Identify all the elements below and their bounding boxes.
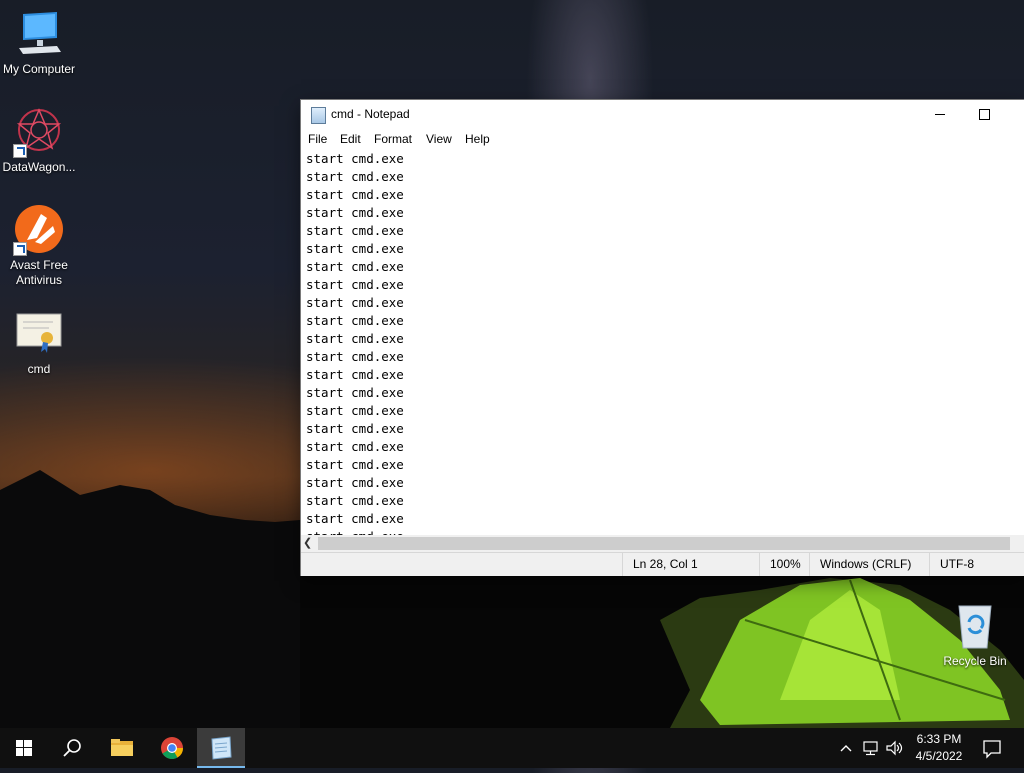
- text-line: start cmd.exe: [306, 223, 404, 238]
- clock[interactable]: 6:33 PM 4/5/2022: [906, 731, 972, 765]
- text-line: start cmd.exe: [306, 511, 404, 526]
- menu-edit[interactable]: Edit: [340, 132, 361, 146]
- status-bar: Ln 28, Col 1 100% Windows (CRLF) UTF-8: [301, 552, 1024, 576]
- volume-button[interactable]: [884, 738, 904, 758]
- text-line: start cmd.exe: [306, 475, 404, 490]
- network-button[interactable]: [861, 738, 881, 758]
- text-line: start cmd.exe: [306, 331, 404, 346]
- menu-file[interactable]: File: [308, 132, 327, 146]
- horizontal-scrollbar[interactable]: ❮: [301, 535, 1024, 552]
- notepad-taskbar-button[interactable]: [197, 728, 245, 768]
- text-line: start cmd.exe: [306, 493, 404, 508]
- computer-icon: [13, 8, 65, 60]
- tray-overflow-button[interactable]: [838, 738, 854, 758]
- menu-view[interactable]: View: [426, 132, 452, 146]
- notepad-app-icon: [311, 107, 326, 124]
- notification-icon: [983, 740, 1001, 759]
- clock-date: 4/5/2022: [915, 749, 963, 763]
- shortcut-arrow-icon: [13, 242, 27, 256]
- desktop-icon-label: DataWagon...: [2, 160, 76, 174]
- file-explorer-icon: [111, 739, 133, 756]
- search-icon: [63, 739, 81, 757]
- minimize-icon: [935, 114, 945, 115]
- desktop-icon-my-computer[interactable]: My Computer: [0, 8, 78, 77]
- file-explorer-button[interactable]: [98, 728, 146, 768]
- start-button[interactable]: [0, 728, 48, 768]
- text-line: start cmd.exe: [306, 439, 404, 454]
- text-line: start cmd.exe: [306, 187, 404, 202]
- action-center-button[interactable]: [980, 736, 1004, 760]
- text-line: start cmd.exe: [306, 313, 404, 328]
- search-button[interactable]: [48, 728, 96, 768]
- text-line: start cmd.exe: [306, 277, 404, 292]
- network-icon: [863, 741, 878, 756]
- avast-icon: [13, 204, 65, 256]
- status-encoding: UTF-8: [929, 553, 1024, 576]
- notepad-icon: [211, 736, 232, 760]
- maximize-button[interactable]: [961, 100, 1007, 129]
- text-line: start cmd.exe: [306, 421, 404, 436]
- desktop-icon-cmd[interactable]: cmd: [0, 308, 78, 377]
- datawagon-icon: [13, 106, 65, 158]
- desktop-icon-avast[interactable]: Avast Free Antivirus: [0, 204, 78, 288]
- text-line: start cmd.exe: [306, 367, 404, 382]
- scroll-left-icon[interactable]: ❮: [303, 537, 316, 550]
- text-line: start cmd.exe: [306, 241, 404, 256]
- speaker-icon: [886, 740, 903, 756]
- chrome-button[interactable]: [148, 728, 196, 768]
- windows-start-icon: [16, 740, 32, 756]
- desktop-icon-label: My Computer: [2, 62, 76, 76]
- text-viewport[interactable]: start cmd.exe start cmd.exe start cmd.exe s…: [301, 149, 1024, 535]
- status-line-ending: Windows (CRLF): [809, 553, 931, 576]
- text-line: start cmd.exe: [306, 385, 404, 400]
- certificate-file-icon: [13, 308, 65, 360]
- clock-time: 6:33 PM: [916, 732, 962, 746]
- desktop-icon-datawagon[interactable]: DataWagon...: [0, 106, 78, 175]
- text-line: start cmd.exe: [306, 295, 404, 310]
- desktop-icon-label: Recycle Bin: [943, 654, 1007, 668]
- menu-help[interactable]: Help: [465, 132, 490, 146]
- chevron-up-icon: [840, 745, 852, 752]
- status-cursor-position: Ln 28, Col 1: [622, 553, 762, 576]
- text-line: start cmd.exe: [306, 349, 404, 364]
- text-line: start cmd.exe: [306, 151, 404, 166]
- notepad-window[interactable]: cmd - Notepad File Edit Format View Help…: [301, 100, 1024, 576]
- text-line: start cmd.exe: [306, 169, 404, 184]
- notepad-titlebar[interactable]: cmd - Notepad: [301, 100, 1024, 129]
- maximize-icon: [979, 109, 990, 120]
- window-title: cmd - Notepad: [331, 107, 410, 121]
- desktop-icon-label: Avast Free Antivirus: [10, 258, 68, 287]
- menu-bar: File Edit Format View Help: [301, 129, 1024, 149]
- status-zoom: 100%: [759, 553, 809, 576]
- text-line: start cmd.exe: [306, 457, 404, 472]
- shortcut-arrow-icon: [13, 144, 27, 158]
- text-line: start cmd.exe: [306, 205, 404, 220]
- minimize-button[interactable]: [917, 100, 963, 129]
- scrollbar-thumb[interactable]: [318, 537, 1010, 550]
- text-line: start cmd.exe: [306, 403, 404, 418]
- text-line: start cmd.exe: [306, 259, 404, 274]
- chrome-icon: [161, 737, 183, 759]
- taskbar: 6:33 PM 4/5/2022: [0, 728, 1024, 768]
- desktop-icon-label: cmd: [27, 362, 51, 376]
- menu-format[interactable]: Format: [374, 132, 412, 146]
